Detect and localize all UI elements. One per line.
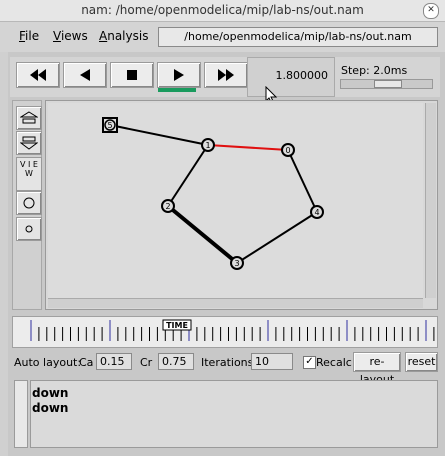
small-circle-icon: [25, 225, 33, 233]
step-slider-handle[interactable]: [374, 80, 402, 88]
window-title: nam: /home/openmodelica/mip/lab-ns/out.n…: [81, 3, 364, 17]
iterations-input[interactable]: 10: [251, 353, 293, 370]
menu-views[interactable]: Views: [53, 29, 88, 43]
play-icon: [174, 69, 184, 81]
node-1[interactable]: 1: [201, 138, 215, 152]
current-time-display: 1.800000: [247, 57, 335, 97]
network-graph[interactable]: 5 1 0 2 4 3: [48, 103, 423, 298]
node-label: 0: [285, 146, 290, 155]
timeline-label: TIME: [166, 321, 188, 330]
link-0-4[interactable]: [287, 149, 318, 213]
cr-input[interactable]: 0.75: [158, 353, 194, 370]
vertical-scrollbar[interactable]: [425, 103, 436, 298]
node-4[interactable]: 4: [310, 205, 324, 219]
auto-layout-label: Auto layout:: [14, 356, 82, 369]
link-4-3[interactable]: [236, 211, 318, 264]
stop-button[interactable]: [110, 62, 154, 88]
file-path-display: /home/openmodelica/mip/lab-ns/out.nam: [158, 27, 438, 47]
rewind-icon: [30, 69, 46, 81]
recalc-checkbox[interactable]: ✓: [303, 356, 316, 369]
log-output: [30, 380, 438, 448]
close-icon[interactable]: ✕: [423, 3, 439, 19]
timeline-ticks[interactable]: TIME: [13, 317, 437, 347]
network-canvas[interactable]: 5 1 0 2 4 3: [48, 103, 423, 298]
log-line: down: [32, 386, 69, 400]
left-border: [0, 52, 8, 456]
node-circle-button[interactable]: [16, 191, 42, 215]
node-0[interactable]: 0: [281, 143, 295, 157]
play-button[interactable]: [157, 62, 201, 88]
stop-icon: [127, 70, 137, 80]
iterations-label: Iterations: [201, 356, 254, 369]
link-2-3[interactable]: [166, 204, 239, 265]
fast-forward-icon: [218, 69, 234, 81]
play-active-indicator: [158, 88, 196, 92]
zoom-out-icon: [20, 136, 38, 150]
zoom-in-button[interactable]: [16, 106, 42, 130]
horizontal-scrollbar[interactable]: [48, 298, 423, 308]
link-1-2[interactable]: [167, 144, 209, 207]
cr-label: Cr: [140, 356, 153, 369]
log-line: down: [32, 401, 69, 415]
link-5-1[interactable]: [109, 124, 209, 146]
title-bar: nam: /home/openmodelica/mip/lab-ns/out.n…: [0, 0, 445, 22]
small-circle-button[interactable]: [16, 217, 42, 241]
timeline[interactable]: TIME: [12, 316, 438, 348]
menu-analysis[interactable]: Analysis: [99, 29, 148, 43]
node-label: 2: [165, 202, 170, 211]
ca-input[interactable]: 0.15: [96, 353, 132, 370]
node-label: 5: [107, 121, 112, 130]
link-1-0[interactable]: [207, 144, 289, 151]
node-5[interactable]: 5: [102, 117, 118, 133]
node-2[interactable]: 2: [161, 199, 175, 213]
zoom-in-icon: [20, 111, 38, 124]
view-button[interactable]: V I E W: [16, 157, 42, 191]
fast-forward-button[interactable]: [204, 62, 248, 88]
log-scrollbar[interactable]: [14, 380, 28, 448]
node-label: 1: [205, 141, 210, 150]
zoom-out-button[interactable]: [16, 131, 42, 155]
circle-icon: [23, 197, 35, 209]
timeline-marker[interactable]: TIME: [162, 319, 192, 331]
rewind-button[interactable]: [16, 62, 60, 88]
node-label: 4: [314, 208, 319, 217]
reset-button[interactable]: reset: [405, 352, 438, 372]
node-3[interactable]: 3: [230, 256, 244, 270]
step-back-button[interactable]: [63, 62, 107, 88]
relayout-button[interactable]: re-layout: [353, 352, 401, 386]
ca-label: Ca: [79, 356, 94, 369]
recalc-label: Recalc: [316, 356, 352, 369]
step-back-icon: [80, 69, 90, 81]
menu-file[interactable]: File: [19, 29, 39, 43]
node-label: 3: [234, 259, 239, 268]
tool-palette: V I E W: [12, 100, 42, 310]
step-label: Step: 2.0ms: [341, 64, 408, 77]
